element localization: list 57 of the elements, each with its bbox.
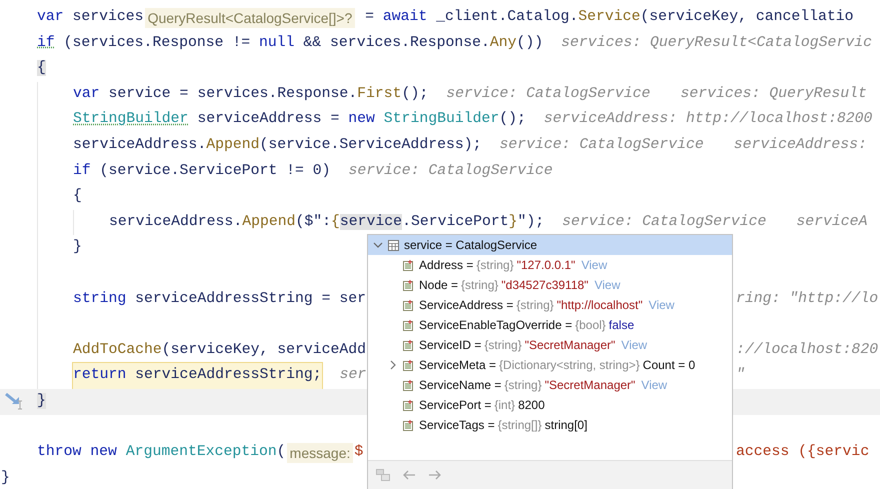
code-text: if (service.ServicePort != 0): [73, 162, 331, 181]
code-text: if (services.Response != null && services.Response.Any()): [37, 34, 544, 53]
code-text: var service = services.Response.First();: [73, 84, 428, 104]
tree-row[interactable]: ServiceAddress = {string} "http://localhost" View: [368, 295, 674, 315]
value-hint: ": [736, 366, 745, 386]
parameter-hint: message:: [286, 442, 354, 463]
code-text: AddToCache(serviceKey, serviceAdd: [73, 340, 366, 360]
value-hint: service: CatalogService: [499, 136, 704, 155]
field-icon: [403, 300, 414, 310]
code-text: StringBuilder serviceAddress = new StringBuilder();: [73, 110, 526, 130]
tree-row[interactable]: ServiceMeta = {Dictionary<string, string>} Count = 0: [368, 355, 696, 375]
code-text: = await _client.Catalog.Service(serviceKey, cancellatio: [364, 8, 854, 27]
code-text: }: [73, 238, 82, 258]
tree-row[interactable]: ServiceEnableTagOverride = {bool} false: [368, 315, 634, 335]
code-text: return serviceAddressString;: [73, 363, 322, 389]
tree-row[interactable]: ServicePort = {int} 8200: [368, 395, 545, 415]
value-hint: serviceAddress:: [734, 136, 867, 155]
field-icon: [403, 400, 414, 410]
value-hint: ser: [340, 366, 366, 386]
back-arrow-icon: [402, 470, 416, 480]
parameter-hint: QueryResult<CatalogService[]>?: [144, 8, 356, 28]
code-text: {: [37, 59, 46, 78]
tree-row[interactable]: ServiceTags = {string[]} string[0]: [368, 415, 588, 435]
value-hint: ring: "http://lo: [736, 290, 878, 309]
field-icon: [403, 280, 414, 290]
tree-row[interactable]: service = CatalogService: [368, 235, 732, 255]
tree-row[interactable]: Address = {string} "127.0.0.1" View: [368, 255, 608, 275]
value-hint: service: CatalogService: [446, 84, 650, 104]
code-text: throw new ArgumentException(: [37, 443, 286, 462]
tree-row[interactable]: ServiceName = {string} "SecretManager" View: [368, 375, 668, 395]
field-icon: [403, 320, 414, 330]
code-text: }: [37, 392, 46, 411]
code-text: $: [354, 443, 364, 462]
tree-row[interactable]: Node = {string} "d34527c39118" View: [368, 275, 620, 295]
value-hint: service: CatalogService: [348, 162, 553, 181]
frames-icon: [376, 469, 390, 481]
table-icon: [388, 240, 399, 250]
code-text: {: [73, 187, 82, 206]
tree-row[interactable]: ServiceID = {string} "SecretManager" View: [368, 335, 648, 355]
code-text: }: [1, 468, 10, 488]
value-hint: service: CatalogService: [562, 212, 766, 232]
field-icon: [403, 340, 414, 350]
code-text: serviceAddress.Append($":{service.ServicePort}");: [109, 212, 544, 232]
value-hint: ://localhost:820: [736, 340, 878, 360]
value-hint: serviceA: [796, 212, 868, 232]
value-hint: serviceAddress: http://localhost:8200: [544, 110, 872, 130]
field-icon: [403, 360, 414, 370]
code-text: string serviceAddressString = ser: [73, 290, 366, 309]
value-hint: services: QueryResult<CatalogServic: [561, 34, 872, 53]
forward-arrow-icon: [428, 470, 442, 480]
field-icon: [403, 260, 414, 270]
field-icon: [403, 420, 414, 430]
code-text: var services: [37, 8, 144, 27]
field-icon: [403, 380, 414, 390]
code-text: access ({servic: [736, 443, 870, 462]
value-hint: services: QueryResult: [680, 84, 867, 104]
code-text: serviceAddress.Append(service.ServiceAddress);: [73, 136, 482, 155]
